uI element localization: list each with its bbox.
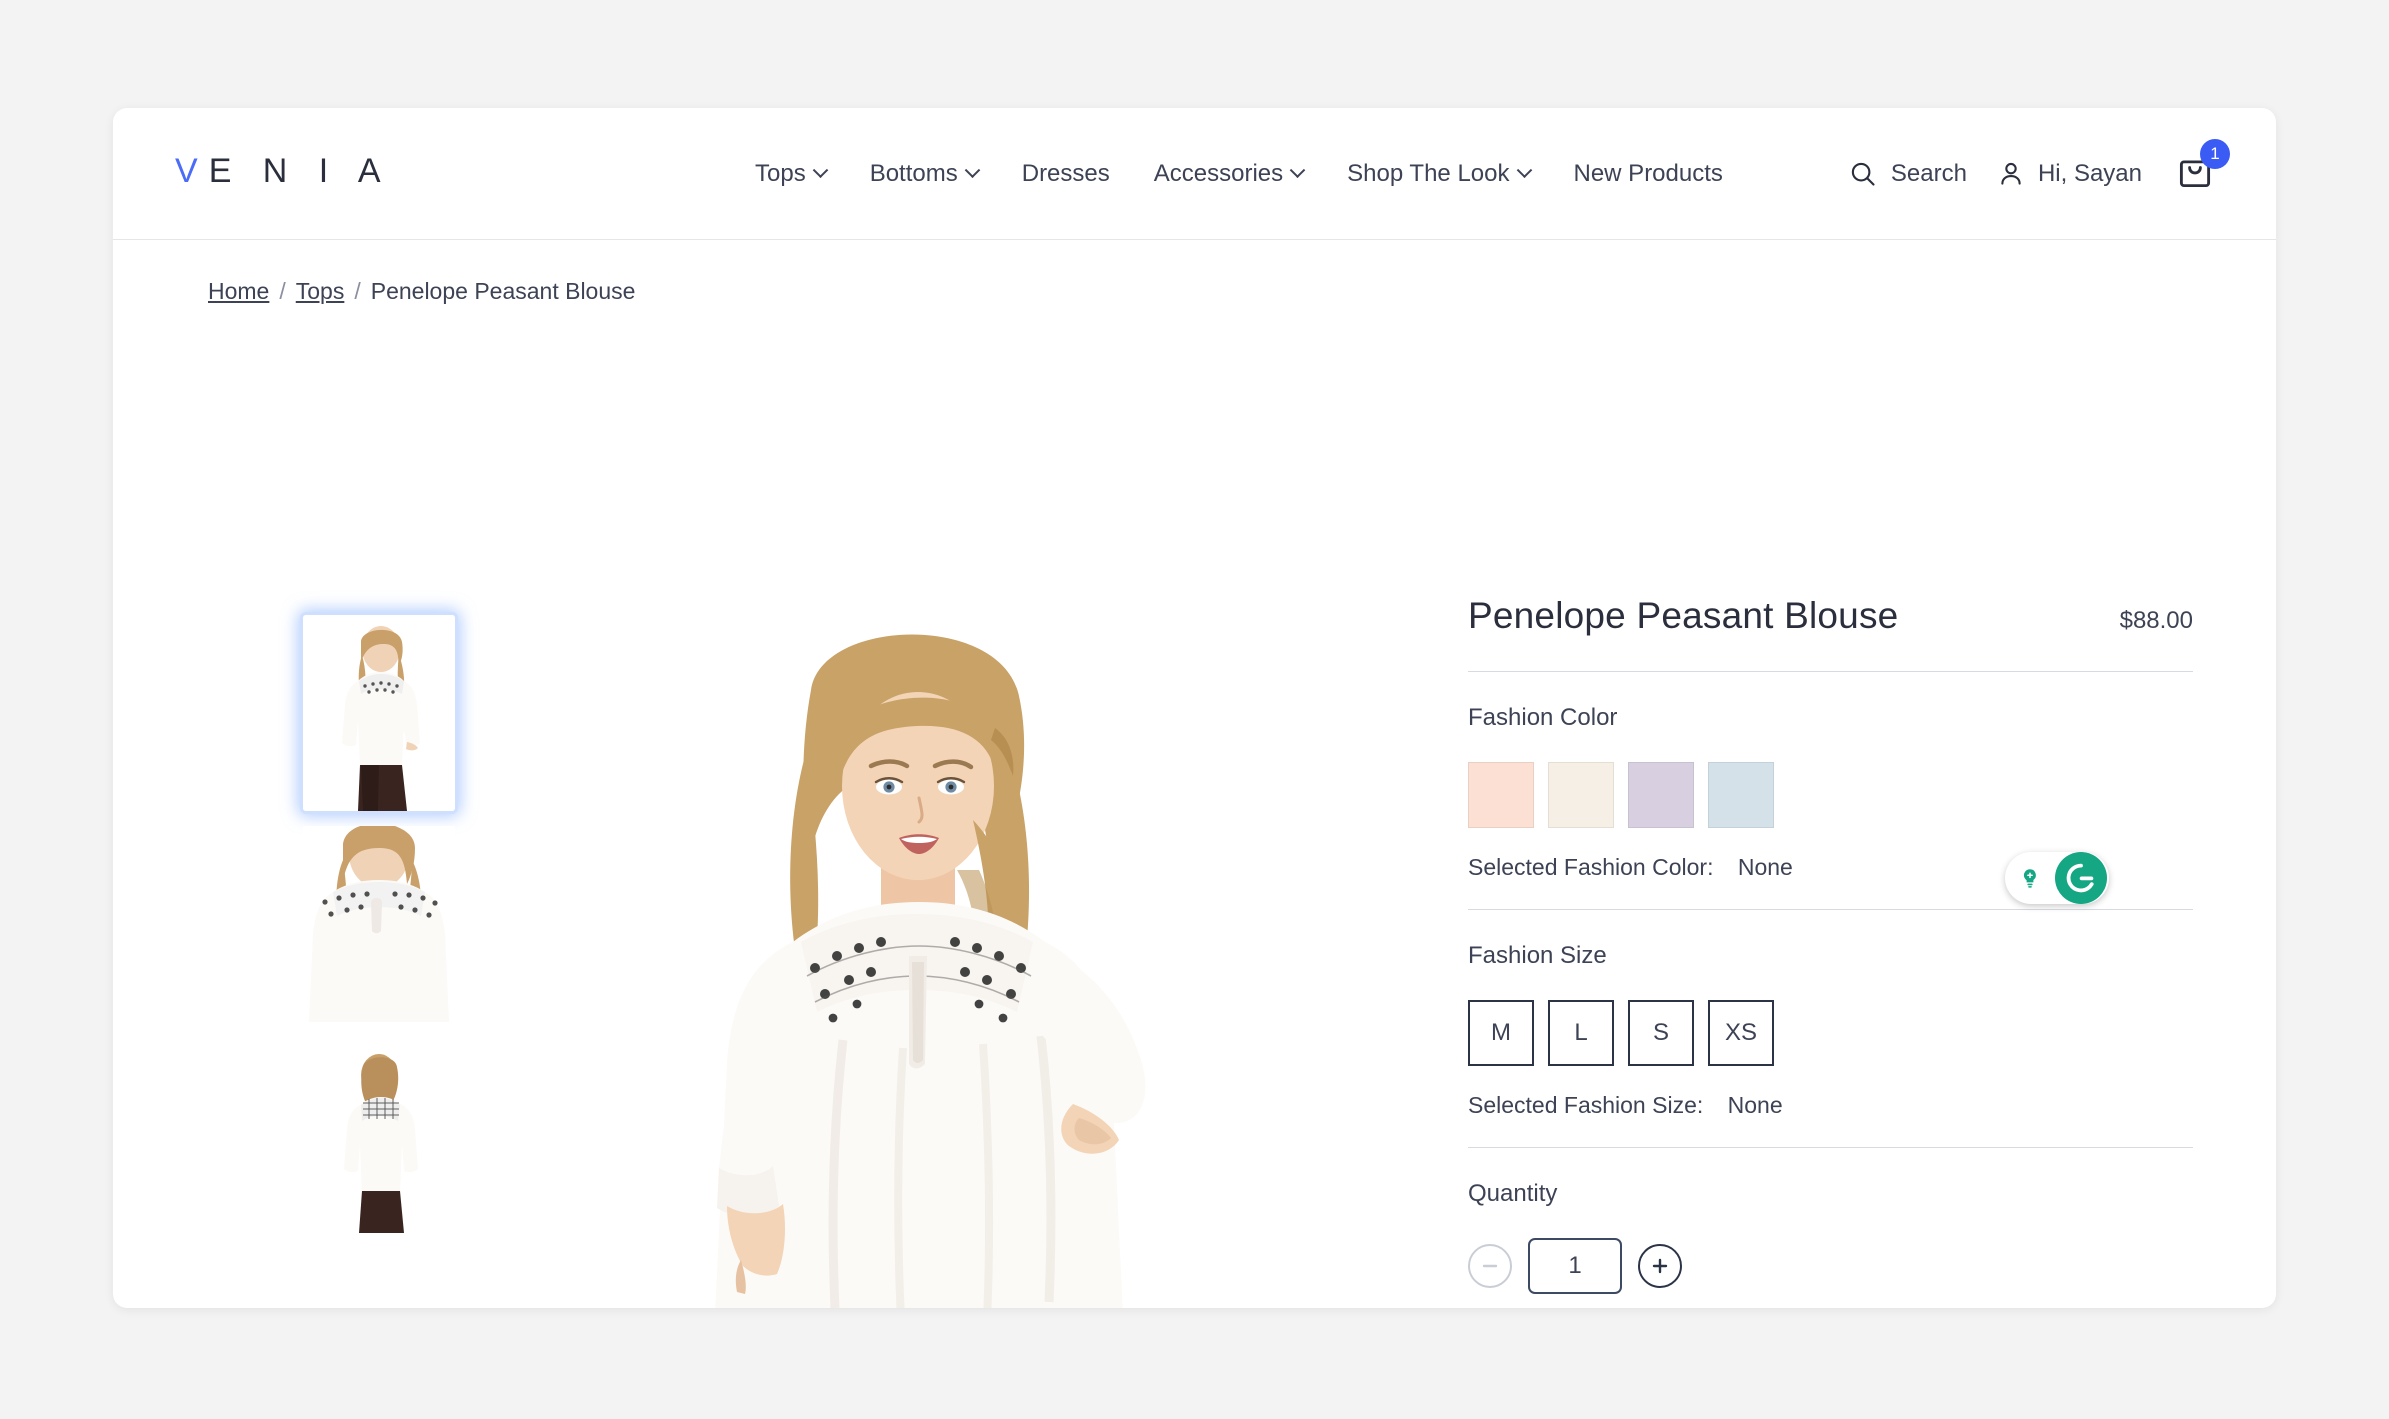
thumbnail-1[interactable] bbox=[303, 615, 455, 811]
account-label: Hi, Sayan bbox=[2037, 160, 2142, 187]
breadcrumb: Home / Tops / Penelope Peasant Blouse bbox=[208, 278, 635, 305]
chevron-down-icon bbox=[1289, 161, 1306, 178]
size-option-s[interactable]: S bbox=[1628, 1000, 1694, 1066]
main-nav: Tops Bottoms Dresses Accessories Shop Th… bbox=[733, 108, 1745, 240]
product-info-panel: Penelope Peasant Blouse $88.00 Fashion C… bbox=[1468, 595, 2193, 1308]
grammarly-widget[interactable] bbox=[2005, 852, 2109, 904]
nav-item-bottoms[interactable]: Bottoms bbox=[848, 160, 1000, 188]
quantity-increment-button[interactable] bbox=[1638, 1244, 1682, 1288]
chevron-down-icon bbox=[964, 161, 981, 178]
grammarly-suggestion-icon bbox=[2005, 866, 2055, 890]
thumbnail-3[interactable] bbox=[303, 1037, 455, 1233]
nav-item-accessories[interactable]: Accessories bbox=[1132, 160, 1325, 188]
quantity-stepper bbox=[1468, 1238, 2193, 1294]
thumbnail-image bbox=[303, 1037, 455, 1233]
search-icon bbox=[1851, 162, 1875, 186]
cart-count-badge: 1 bbox=[2200, 138, 2230, 169]
product-price: $88.00 bbox=[2119, 607, 2193, 634]
color-swatch-list bbox=[1468, 762, 2193, 828]
user-icon bbox=[2001, 162, 2021, 185]
size-option-list: M L S XS bbox=[1468, 1000, 2193, 1066]
quantity-decrement-button[interactable] bbox=[1468, 1244, 1512, 1288]
page-title: Penelope Peasant Blouse bbox=[1468, 595, 1899, 636]
thumbnail-image bbox=[303, 826, 455, 1022]
cart-button[interactable]: 1 bbox=[2172, 138, 2230, 200]
color-swatch-peach[interactable] bbox=[1468, 762, 1534, 828]
nav-item-new-products[interactable]: New Products bbox=[1552, 160, 1745, 188]
size-option-m[interactable]: M bbox=[1468, 1000, 1534, 1066]
product-photo bbox=[543, 570, 1303, 1308]
brand-logo-rest: E N I A bbox=[208, 152, 392, 190]
site-header: VE N I A Tops Bottoms Dresses Accessorie… bbox=[113, 108, 2276, 240]
chevron-down-icon bbox=[812, 161, 828, 178]
selected-size-value: None bbox=[1727, 1092, 1783, 1118]
thumbnail-image bbox=[303, 615, 455, 811]
fashion-size-section: Fashion Size M L S XS Selected Fashion S… bbox=[1468, 910, 2193, 1148]
search-label: Search bbox=[1890, 160, 1967, 187]
breadcrumb-current: Penelope Peasant Blouse bbox=[370, 278, 636, 304]
breadcrumb-separator: / bbox=[354, 278, 361, 304]
brand-logo[interactable]: VE N I A bbox=[175, 152, 392, 191]
thumbnail-2[interactable] bbox=[303, 826, 455, 1022]
header-actions: Search Hi, Sayan 1 bbox=[1848, 108, 2230, 240]
nav-item-tops[interactable]: Tops bbox=[733, 160, 848, 188]
fashion-size-label: Fashion Size bbox=[1468, 942, 1607, 969]
color-swatch-lavender[interactable] bbox=[1628, 762, 1694, 828]
nav-label: Accessories bbox=[1153, 160, 1284, 187]
nav-label: Bottoms bbox=[869, 160, 958, 187]
nav-label: Shop The Look bbox=[1347, 160, 1510, 187]
nav-label: Dresses bbox=[1021, 160, 1110, 187]
grammarly-g-icon bbox=[2066, 863, 2094, 893]
thumbnail-gallery bbox=[303, 615, 455, 1248]
color-swatch-cream[interactable] bbox=[1548, 762, 1614, 828]
selected-color-label: Selected Fashion Color: bbox=[1468, 854, 1714, 880]
fashion-color-label: Fashion Color bbox=[1468, 704, 1618, 731]
page-root: VE N I A Tops Bottoms Dresses Accessorie… bbox=[0, 0, 2389, 1419]
minus-icon bbox=[1482, 1264, 1498, 1268]
main-card: VE N I A Tops Bottoms Dresses Accessorie… bbox=[113, 108, 2276, 1308]
quantity-label: Quantity bbox=[1468, 1180, 1558, 1207]
lightbulb-icon bbox=[2023, 869, 2036, 888]
plus-icon bbox=[1652, 1258, 1668, 1274]
nav-item-dresses[interactable]: Dresses bbox=[1000, 160, 1132, 188]
account-button[interactable]: Hi, Sayan bbox=[1997, 160, 2142, 188]
color-swatch-light-blue[interactable] bbox=[1708, 762, 1774, 828]
nav-label: New Products bbox=[1573, 160, 1723, 187]
breadcrumb-home[interactable]: Home bbox=[208, 278, 269, 305]
nav-label: Tops bbox=[755, 160, 806, 187]
selected-size-label: Selected Fashion Size: bbox=[1468, 1092, 1704, 1118]
size-option-l[interactable]: L bbox=[1548, 1000, 1614, 1066]
quantity-input[interactable] bbox=[1528, 1238, 1622, 1294]
quantity-section: Quantity bbox=[1468, 1148, 2193, 1308]
product-title-row: Penelope Peasant Blouse $88.00 bbox=[1468, 595, 2193, 672]
breadcrumb-separator: / bbox=[279, 278, 286, 304]
grammarly-logo-icon bbox=[2055, 852, 2107, 904]
hero-image[interactable] bbox=[543, 570, 1303, 1308]
breadcrumb-tops[interactable]: Tops bbox=[296, 278, 345, 305]
size-option-xs[interactable]: XS bbox=[1708, 1000, 1774, 1066]
search-button[interactable]: Search bbox=[1848, 159, 1967, 189]
chevron-down-icon bbox=[1516, 161, 1532, 178]
selected-size-row: Selected Fashion Size: None bbox=[1468, 1092, 2193, 1119]
brand-logo-v: V bbox=[175, 152, 209, 190]
selected-color-value: None bbox=[1737, 854, 1793, 880]
nav-item-shop-the-look[interactable]: Shop The Look bbox=[1325, 160, 1551, 188]
